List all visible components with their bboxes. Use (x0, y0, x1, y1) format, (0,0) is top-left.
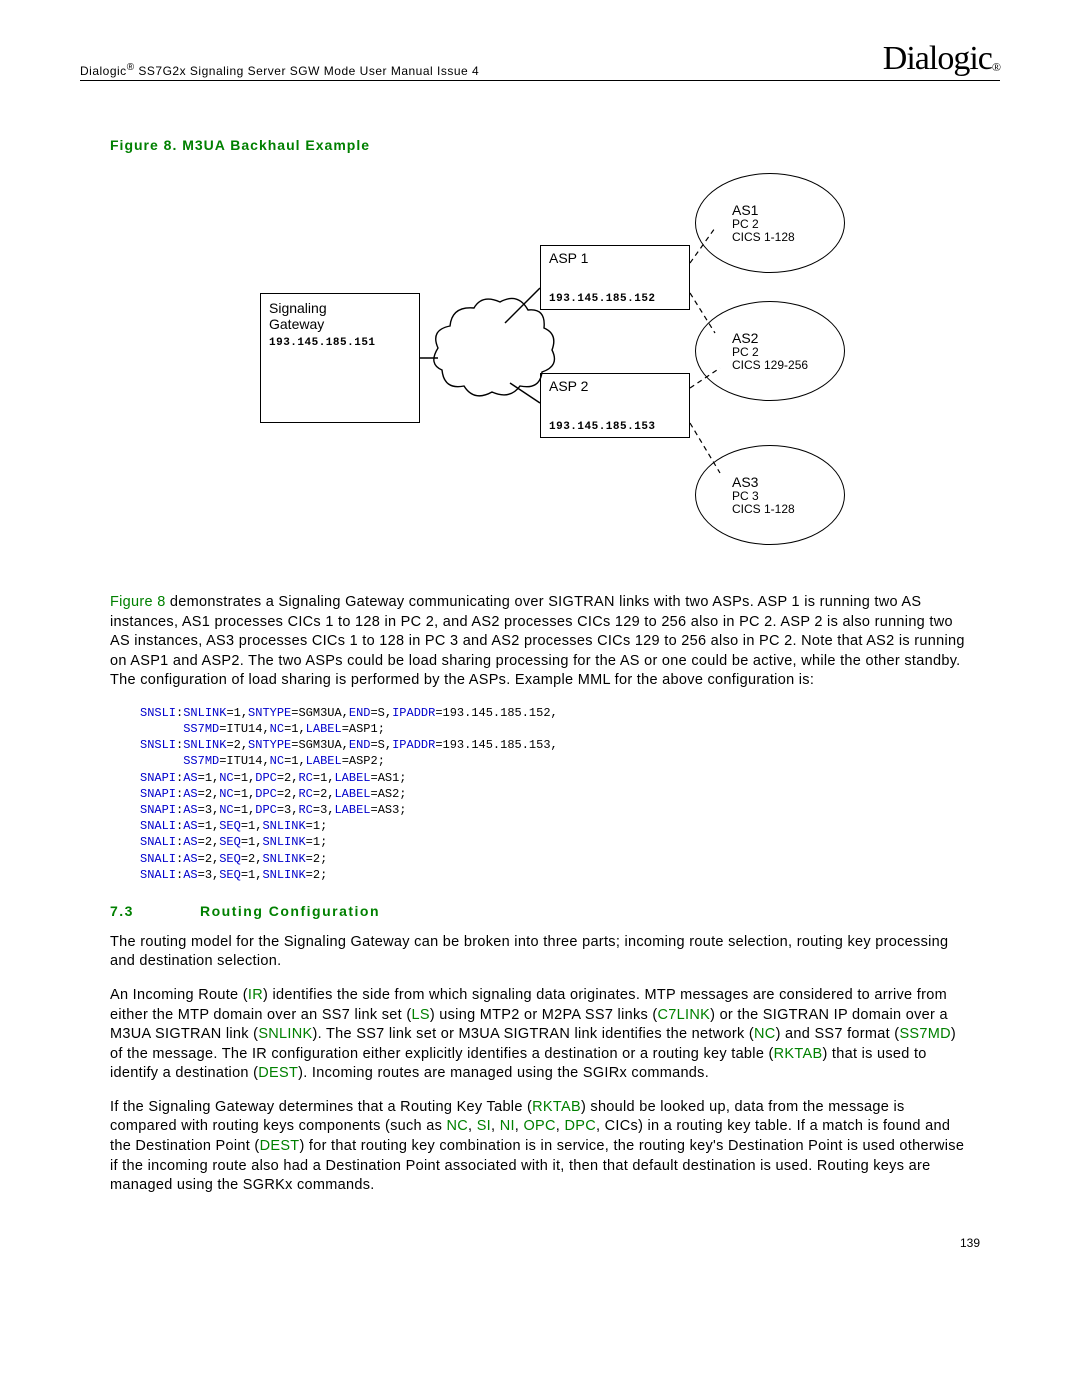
link-rktab2[interactable]: RKTAB (532, 1099, 581, 1115)
link-dest2[interactable]: DEST (260, 1138, 300, 1154)
link-opc[interactable]: OPC (523, 1118, 555, 1134)
link-dpc[interactable]: DPC (564, 1118, 596, 1134)
as3-name: AS3 (732, 474, 844, 490)
section-title: Routing Configuration (200, 903, 380, 919)
link-dest[interactable]: DEST (258, 1065, 298, 1081)
link-c7link[interactable]: C7LINK (658, 1007, 711, 1023)
link-ls[interactable]: LS (411, 1007, 429, 1023)
as3-cics: CICS 1-128 (732, 503, 844, 516)
link-nc[interactable]: NC (754, 1026, 776, 1042)
as3-node: AS3 PC 3 CICS 1-128 (695, 445, 845, 545)
paragraph-2: The routing model for the Signaling Gate… (110, 933, 970, 972)
mml-code-block: SNSLI:SNLINK=1,SNTYPE=SGM3UA,END=S,IPADD… (140, 705, 970, 883)
asp2-label: ASP 2 (549, 378, 681, 394)
as1-node: AS1 PC 2 CICS 1-128 (695, 173, 845, 273)
link-rktab[interactable]: RKTAB (774, 1046, 823, 1062)
brand-logo: Dialogic® (883, 40, 1000, 78)
asp2-ip: 193.145.185.153 (549, 421, 656, 433)
section-number: 7.3 (110, 903, 200, 919)
as1-cics: CICS 1-128 (732, 231, 844, 244)
link-ni[interactable]: NI (500, 1118, 515, 1134)
para1-body: demonstrates a Signaling Gateway communi… (110, 594, 965, 688)
paragraph-1: Figure 8 demonstrates a Signaling Gatewa… (110, 593, 970, 691)
sgw-ip: 193.145.185.151 (269, 337, 411, 349)
logo-reg: ® (992, 60, 1000, 74)
asp1-ip: 193.145.185.152 (549, 293, 656, 305)
asp1-node: ASP 1 193.145.185.152 (540, 245, 690, 310)
header-prefix: Dialogic (80, 64, 127, 78)
figure-caption: Figure 8. M3UA Backhaul Example (110, 137, 970, 153)
sgw-label2: Gateway (269, 316, 411, 332)
sgw-node: Signaling Gateway 193.145.185.151 (260, 293, 420, 423)
asp1-label: ASP 1 (549, 250, 681, 266)
asp2-node: ASP 2 193.145.185.153 (540, 373, 690, 438)
link-ir[interactable]: IR (248, 987, 263, 1003)
m3ua-diagram: Signaling Gateway 193.145.185.151 ASP 1 … (160, 173, 920, 573)
paragraph-4: If the Signaling Gateway determines that… (110, 1098, 970, 1196)
logo-text: Dialogic (883, 40, 992, 77)
link-nc2[interactable]: NC (446, 1118, 468, 1134)
header-suffix: SS7G2x Signaling Server SGW Mode User Ma… (135, 64, 480, 78)
as2-node: AS2 PC 2 CICS 129-256 (695, 301, 845, 401)
reg-mark: ® (127, 62, 135, 73)
header-doc-title: Dialogic® SS7G2x Signaling Server SGW Mo… (80, 62, 479, 78)
link-ss7md[interactable]: SS7MD (899, 1026, 950, 1042)
as2-cics: CICS 129-256 (732, 359, 844, 372)
as2-name: AS2 (732, 330, 844, 346)
page-header: Dialogic® SS7G2x Signaling Server SGW Mo… (80, 40, 1000, 81)
section-heading: 7.3Routing Configuration (110, 903, 970, 919)
as1-name: AS1 (732, 202, 844, 218)
link-snlink[interactable]: SNLINK (258, 1026, 312, 1042)
fig8-ref[interactable]: Figure 8 (110, 594, 166, 610)
page-number: 139 (80, 1236, 1000, 1250)
link-si[interactable]: SI (477, 1118, 491, 1134)
paragraph-3: An Incoming Route (IR) identifies the si… (110, 986, 970, 1084)
sgw-label1: Signaling (269, 300, 411, 316)
